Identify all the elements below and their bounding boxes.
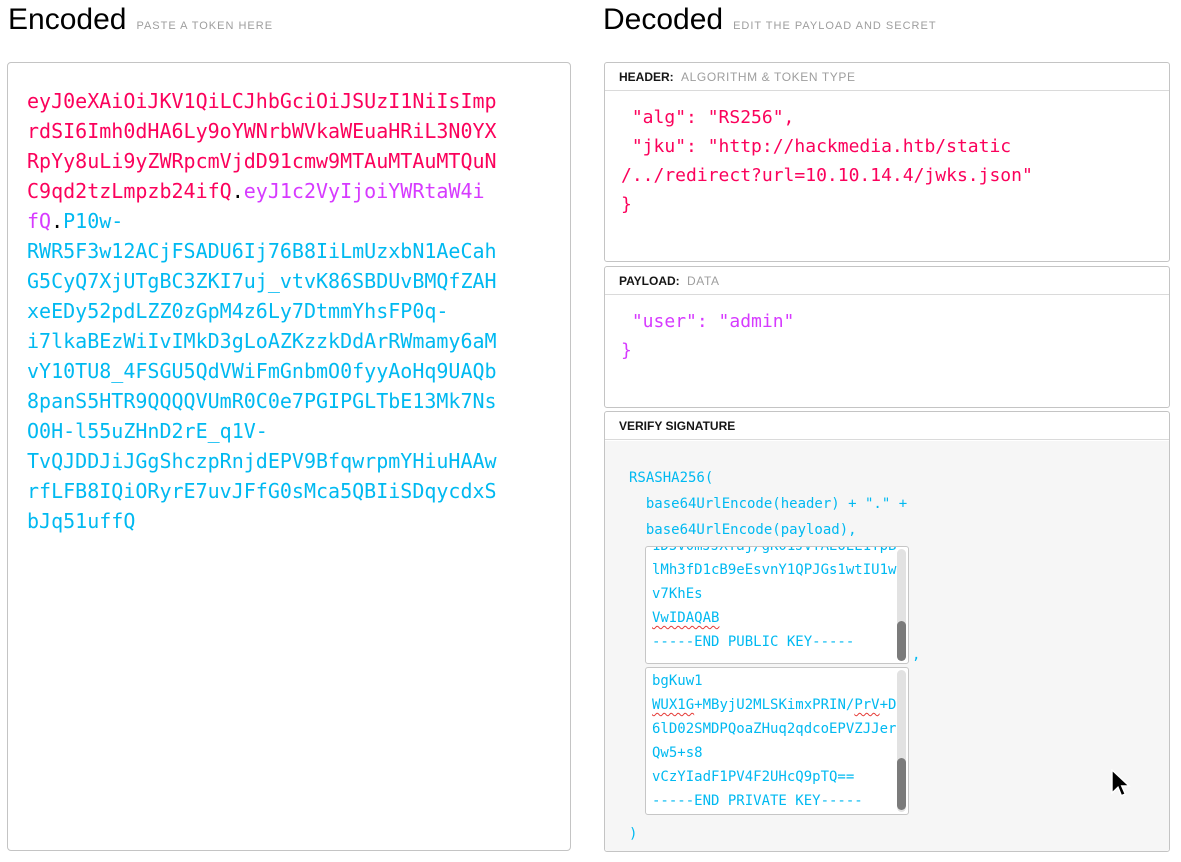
signature-comma: , — [912, 646, 920, 664]
payload-section-sublabel: DATA — [687, 274, 720, 288]
header-section-bar: HEADER: ALGORITHM & TOKEN TYPE — [605, 63, 1169, 91]
signature-code-lines: RSASHA256( base64UrlEncode(header) + "."… — [629, 465, 1169, 543]
decoded-title: Decoded — [603, 0, 723, 40]
private-key-row: bgKuw1WUX1G+MByjU2MLSKimxPRIN/PrV+D6lD02… — [645, 667, 1169, 815]
decoded-title-row: Decoded EDIT THE PAYLOAD AND SECRET — [603, 0, 937, 44]
encoded-token[interactable]: eyJ0eXAiOiJKV1QiLCJhbGciOiJSUzI1NiIsImpr… — [27, 86, 497, 536]
payload-section-label: PAYLOAD: — [619, 274, 680, 288]
payload-section-bar: PAYLOAD: DATA — [605, 267, 1169, 295]
decoded-header-section: HEADER: ALGORITHM & TOKEN TYPE "alg": "R… — [604, 62, 1170, 262]
verify-section-label: VERIFY SIGNATURE — [619, 419, 735, 433]
verify-signature-content: RSASHA256( base64UrlEncode(header) + "."… — [605, 441, 1169, 851]
public-key-row: 1D5V0mJJXTaj/gK01JVYAEOEE1YpBlMh3fD1cB9e… — [645, 546, 1169, 664]
decoded-subtitle: EDIT THE PAYLOAD AND SECRET — [733, 20, 936, 32]
private-key-textarea[interactable]: bgKuw1WUX1G+MByjU2MLSKimxPRIN/PrV+D6lD02… — [645, 667, 909, 815]
private-key-text: bgKuw1WUX1G+MByjU2MLSKimxPRIN/PrV+D6lD02… — [646, 669, 908, 813]
signature-closing-paren: ) — [629, 821, 1169, 847]
public-key-text: 1D5V0mJJXTaj/gK01JVYAEOEE1YpBlMh3fD1cB9e… — [646, 546, 908, 654]
encoded-title-row: Encoded PASTE A TOKEN HERE — [8, 0, 273, 44]
verify-section-bar: VERIFY SIGNATURE — [605, 412, 1169, 440]
decoded-payload-section: PAYLOAD: DATA "user": "admin" } — [604, 266, 1170, 408]
header-json-editor[interactable]: "alg": "RS256", "jku": "http://hackmedia… — [605, 91, 1169, 219]
encoded-subtitle: PASTE A TOKEN HERE — [136, 20, 273, 32]
public-key-scrollbar[interactable] — [897, 549, 906, 661]
header-section-label: HEADER: — [619, 70, 674, 84]
public-key-textarea[interactable]: 1D5V0mJJXTaj/gK01JVYAEOEE1YpBlMh3fD1cB9e… — [645, 546, 909, 664]
verify-signature-section: VERIFY SIGNATURE RSASHA256( base64UrlEnc… — [604, 411, 1170, 852]
private-key-scrollbar[interactable] — [897, 670, 906, 812]
payload-json-editor[interactable]: "user": "admin" } — [605, 295, 1169, 365]
private-key-scrollbar-thumb[interactable] — [897, 758, 906, 810]
encoded-token-editor[interactable]: eyJ0eXAiOiJKV1QiLCJhbGciOiJSUzI1NiIsImpr… — [7, 62, 571, 851]
header-section-sublabel: ALGORITHM & TOKEN TYPE — [681, 70, 856, 84]
encoded-title: Encoded — [8, 0, 126, 40]
public-key-scrollbar-thumb[interactable] — [897, 621, 906, 661]
